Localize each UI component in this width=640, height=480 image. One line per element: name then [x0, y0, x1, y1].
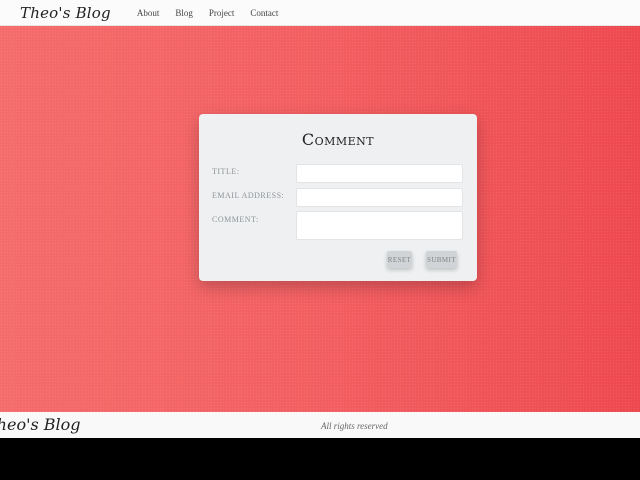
- nav-links: About Blog Project Contact: [137, 8, 279, 18]
- nav-link-blog[interactable]: Blog: [175, 8, 193, 18]
- reset-button[interactable]: Reset: [387, 251, 412, 268]
- comment-label: Comment:: [212, 215, 259, 224]
- submit-button[interactable]: Submit: [426, 251, 457, 268]
- nav-link-about[interactable]: About: [137, 8, 160, 18]
- title-input[interactable]: [296, 164, 463, 183]
- site-brand[interactable]: Theo's Blog: [20, 4, 111, 22]
- comment-form-card: Comment Title: Email address: Comment: R…: [199, 114, 477, 281]
- footer-brand: Theo's Blog: [0, 415, 81, 434]
- email-input[interactable]: [296, 188, 463, 207]
- navbar: Theo's Blog About Blog Project Contact: [0, 0, 640, 26]
- footer-copyright: All rights reserved: [321, 421, 388, 431]
- hero-background: Comment Title: Email address: Comment: R…: [0, 26, 640, 412]
- nav-link-project[interactable]: Project: [209, 8, 235, 18]
- nav-link-contact[interactable]: Contact: [250, 8, 278, 18]
- comment-form-title: Comment: [301, 130, 375, 149]
- comment-textarea[interactable]: [296, 211, 463, 240]
- title-label: Title:: [212, 167, 240, 176]
- footer: Theo's Blog All rights reserved: [0, 412, 640, 438]
- email-label: Email address:: [212, 191, 285, 200]
